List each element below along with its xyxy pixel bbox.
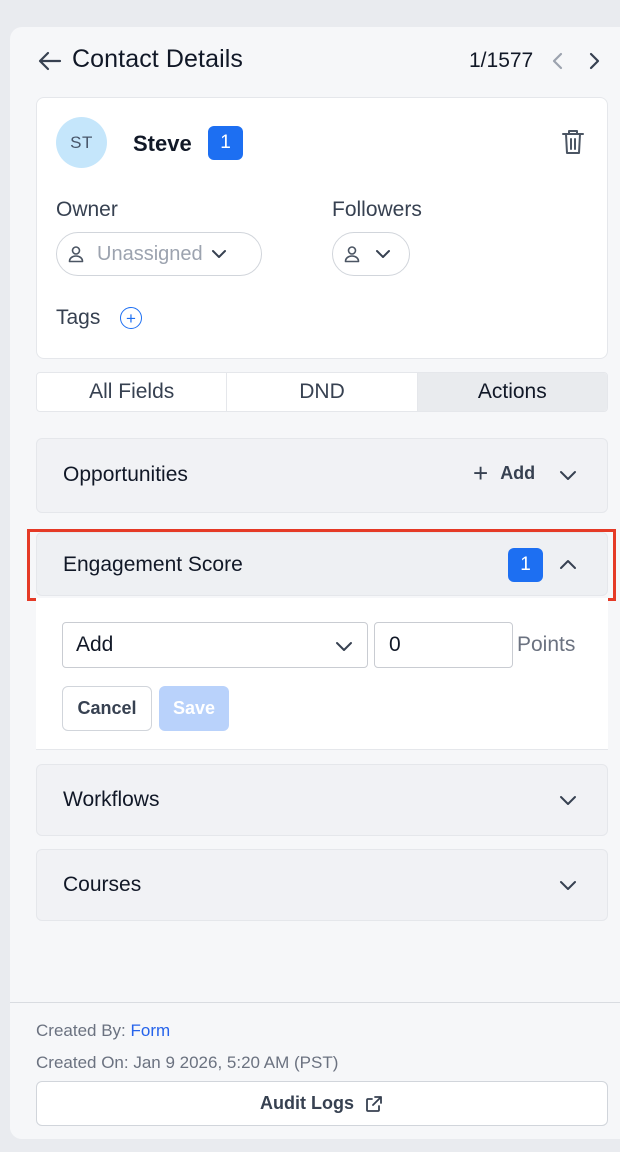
trash-icon[interactable] (560, 128, 586, 156)
panel-footer: Created By: Form Created On: Jan 9 2026,… (10, 1002, 620, 1139)
tab-actions[interactable]: Actions (417, 373, 607, 411)
record-counter: 1/1577 (469, 49, 534, 72)
owner-select[interactable]: Unassigned (56, 232, 262, 276)
contact-card: ST Steve 1 Owner Unassigned Followers Ta… (36, 97, 608, 359)
created-by-link[interactable]: Form (131, 1021, 171, 1040)
external-link-icon (366, 1095, 382, 1112)
user-icon (65, 243, 87, 265)
owner-value: Unassigned (97, 242, 203, 265)
chevron-down-icon (211, 250, 226, 258)
chevron-left-icon[interactable] (550, 51, 566, 71)
avatar: ST (56, 117, 107, 168)
user-icon (341, 243, 363, 265)
created-by: Created By: Form (36, 1021, 170, 1041)
chevron-down-icon[interactable] (559, 879, 577, 891)
workflows-section[interactable]: Workflows (36, 764, 608, 836)
page-title: Contact Details (72, 45, 244, 73)
chevron-down-icon[interactable] (559, 469, 577, 481)
chevron-down-icon[interactable] (559, 794, 577, 806)
tags-label: Tags (56, 306, 101, 329)
tab-bar: All Fields DND Actions (36, 372, 608, 412)
chevron-down-icon (376, 250, 390, 258)
followers-select[interactable] (332, 232, 410, 276)
workflows-title: Workflows (63, 788, 160, 811)
created-by-label: Created By: (36, 1021, 131, 1040)
score-action-value: Add (76, 633, 114, 656)
chevron-right-icon[interactable] (586, 51, 602, 71)
tab-all-fields[interactable]: All Fields (37, 373, 228, 411)
tab-dnd[interactable]: DND (227, 373, 418, 411)
created-on: Created On: Jan 9 2026, 5:20 AM (PST) (36, 1053, 339, 1072)
audit-logs-button[interactable]: Audit Logs (36, 1081, 608, 1126)
points-label: Points (517, 633, 576, 656)
courses-section[interactable]: Courses (36, 849, 608, 921)
panel-header: Contact Details 1/1577 (10, 27, 620, 95)
contact-details-panel: Contact Details 1/1577 ST Steve 1 Owner … (10, 27, 620, 1139)
highlight-box (27, 529, 616, 601)
courses-title: Courses (63, 873, 142, 896)
opportunities-title: Opportunities (63, 463, 188, 486)
followers-label: Followers (332, 198, 422, 221)
opportunities-section[interactable]: Opportunities + Add (36, 438, 608, 513)
owner-label: Owner (56, 198, 118, 221)
plus-icon: + (473, 458, 489, 488)
cancel-button[interactable]: Cancel (62, 686, 152, 731)
add-opportunity-button[interactable]: + Add (473, 460, 535, 486)
back-arrow-icon[interactable] (38, 51, 62, 71)
engagement-score-body: Add Points Cancel Save (36, 598, 608, 750)
add-opportunity-label: Add (500, 462, 536, 483)
points-input[interactable] (374, 622, 513, 668)
contact-name: Steve (133, 131, 192, 156)
save-button[interactable]: Save (159, 686, 229, 731)
add-tag-plus-icon[interactable]: + (120, 307, 142, 329)
audit-logs-label: Audit Logs (260, 1093, 354, 1113)
contact-badge: 1 (208, 126, 243, 160)
chevron-down-icon (336, 642, 352, 651)
score-action-select[interactable]: Add (62, 622, 368, 668)
